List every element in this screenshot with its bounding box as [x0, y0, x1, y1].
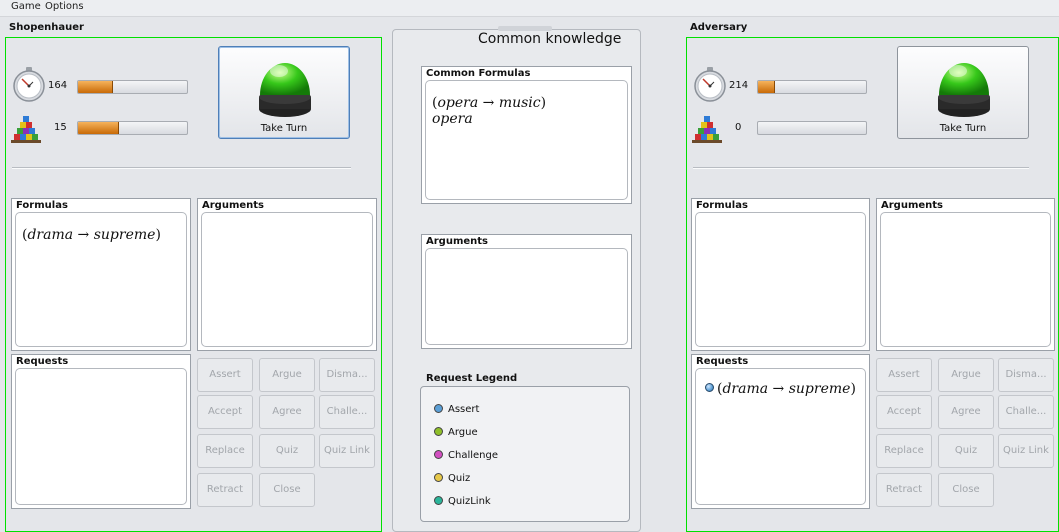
request-legend-title: Request Legend — [426, 373, 518, 384]
left-take-turn-button[interactable]: Take Turn — [218, 46, 350, 139]
argue-dot-icon — [434, 427, 443, 436]
menu-bar: Game Options — [0, 0, 1059, 17]
right-resources-value: 0 — [735, 122, 742, 133]
right-arguments-panel: Arguments — [876, 198, 1055, 351]
legend-item-quiz: Quiz — [434, 473, 470, 484]
left-dismiss-button[interactable]: Disma... — [319, 358, 375, 392]
left-retract-button[interactable]: Retract — [197, 473, 253, 507]
left-close-button[interactable]: Close — [259, 473, 315, 507]
legend-item-quizlink: QuizLink — [434, 496, 491, 507]
left-player-name: Shopenhauer — [9, 22, 84, 33]
menu-game[interactable]: Game — [11, 1, 41, 12]
left-replace-button[interactable]: Replace — [197, 434, 253, 468]
left-resources-bar — [77, 121, 188, 135]
right-accept-button[interactable]: Accept — [876, 395, 932, 429]
green-dome-icon — [259, 63, 311, 117]
common-knowledge-title: Common knowledge — [478, 31, 622, 47]
right-formulas-panel: Formulas — [691, 198, 870, 351]
stopwatch-icon — [692, 66, 728, 102]
common-arguments-panel: Arguments — [421, 234, 632, 349]
left-arguments-list[interactable] — [201, 212, 373, 347]
right-divider — [693, 167, 1029, 169]
left-assert-button[interactable]: Assert — [197, 358, 253, 392]
right-argue-button[interactable]: Argue — [938, 358, 994, 392]
left-formula-item[interactable]: (drama → supreme) — [22, 227, 161, 243]
blocks-pyramid-icon — [11, 114, 41, 144]
left-quiz-button[interactable]: Quiz — [259, 434, 315, 468]
common-formulas-title: Common Formulas — [426, 68, 531, 79]
left-resources-value: 15 — [54, 122, 67, 133]
left-accept-button[interactable]: Accept — [197, 395, 253, 429]
left-argue-button[interactable]: Argue — [259, 358, 315, 392]
right-quiz-button[interactable]: Quiz — [938, 434, 994, 468]
left-formulas-list[interactable]: (drama → supreme) — [15, 212, 187, 347]
left-divider — [12, 167, 351, 169]
right-quiz-link-button[interactable]: Quiz Link — [998, 434, 1054, 468]
right-dismiss-button[interactable]: Disma... — [998, 358, 1054, 392]
left-formulas-panel: Formulas (drama → supreme) — [11, 198, 191, 351]
right-take-turn-label: Take Turn — [939, 123, 987, 134]
green-dome-icon — [938, 63, 990, 117]
left-formulas-title: Formulas — [16, 200, 68, 211]
blocks-pyramid-icon — [692, 114, 722, 144]
right-replace-button[interactable]: Replace — [876, 434, 932, 468]
right-formulas-title: Formulas — [696, 200, 748, 211]
legend-item-assert: Assert — [434, 404, 479, 415]
right-agree-button[interactable]: Agree — [938, 395, 994, 429]
right-time-bar-fill — [758, 81, 776, 93]
common-formulas-panel: Common Formulas (opera → music) opera — [421, 66, 632, 204]
quizlink-dot-icon — [434, 496, 443, 505]
right-arguments-title: Arguments — [881, 200, 944, 211]
right-challenge-button[interactable]: Challe... — [998, 395, 1054, 429]
left-time-bar — [77, 80, 188, 94]
right-arguments-list[interactable] — [880, 212, 1051, 347]
assert-dot-icon — [434, 404, 443, 413]
legend-item-argue: Argue — [434, 427, 478, 438]
legend-item-challenge: Challenge — [434, 450, 498, 461]
left-time-bar-fill — [78, 81, 113, 93]
challenge-dot-icon — [434, 450, 443, 459]
left-requests-panel: Requests — [11, 354, 191, 509]
left-arguments-panel: Arguments — [197, 198, 377, 351]
right-retract-button[interactable]: Retract — [876, 473, 932, 507]
right-close-button[interactable]: Close — [938, 473, 994, 507]
left-agree-button[interactable]: Agree — [259, 395, 315, 429]
right-requests-list[interactable]: (drama → supreme) — [695, 368, 866, 505]
right-time-bar — [757, 80, 867, 94]
left-requests-list[interactable] — [15, 368, 187, 505]
request-legend-box: Assert Argue Challenge Quiz QuizLink — [420, 386, 630, 522]
left-resources-bar-fill — [78, 122, 120, 134]
assert-dot-icon — [705, 383, 714, 392]
left-time-value: 164 — [48, 80, 68, 91]
left-requests-title: Requests — [16, 356, 69, 367]
common-formulas-list[interactable]: (opera → music) opera — [425, 80, 628, 200]
quiz-dot-icon — [434, 473, 443, 482]
left-arguments-title: Arguments — [202, 200, 265, 211]
left-take-turn-label: Take Turn — [260, 123, 308, 134]
right-resources-bar — [757, 121, 867, 135]
right-player-name: Adversary — [690, 22, 748, 33]
common-formula-item[interactable]: (opera → music) — [432, 95, 546, 111]
stopwatch-icon — [11, 66, 47, 102]
left-quiz-link-button[interactable]: Quiz Link — [319, 434, 375, 468]
right-assert-button[interactable]: Assert — [876, 358, 932, 392]
right-take-turn-button[interactable]: Take Turn — [897, 46, 1029, 139]
menu-options[interactable]: Options — [45, 1, 84, 12]
left-challenge-button[interactable]: Challe... — [319, 395, 375, 429]
common-arguments-list[interactable] — [425, 248, 628, 345]
right-requests-title: Requests — [696, 356, 749, 367]
common-arguments-title: Arguments — [426, 236, 489, 247]
right-formulas-list[interactable] — [695, 212, 866, 347]
request-item[interactable]: (drama → supreme) — [705, 381, 856, 397]
right-time-value: 214 — [729, 80, 749, 91]
common-formula-item[interactable]: opera — [432, 111, 473, 127]
right-requests-panel: Requests (drama → supreme) — [691, 354, 870, 509]
